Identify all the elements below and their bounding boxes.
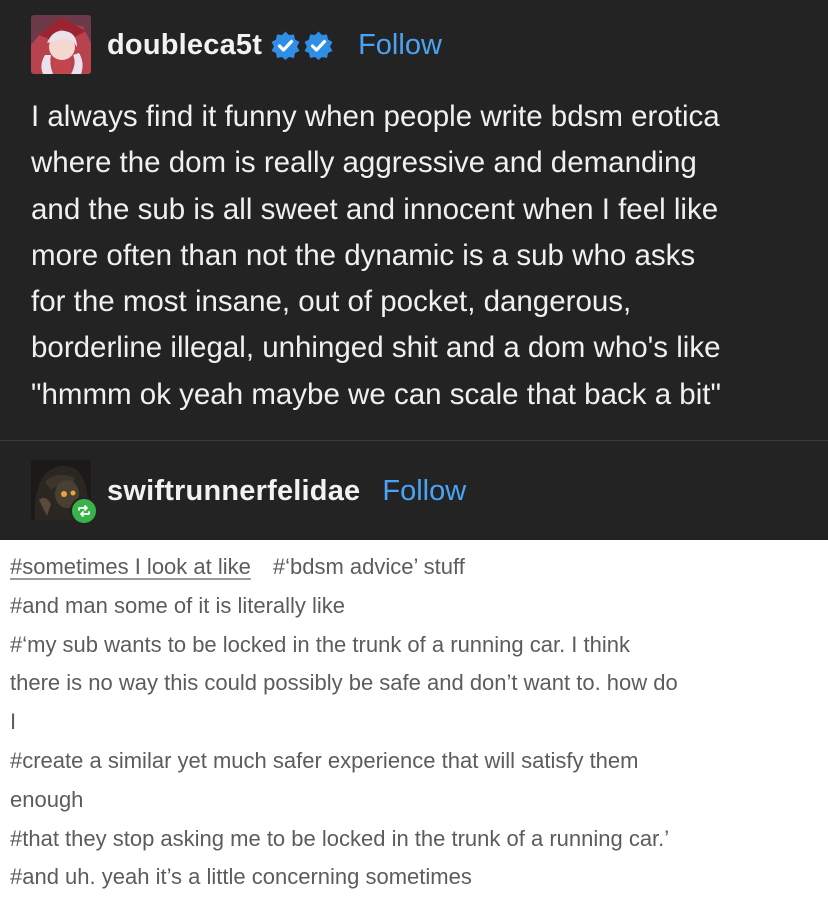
- verified-badge-icon: [303, 30, 334, 61]
- tag-line: #sometimes I look at like #‘bdsm advice’ …: [10, 548, 822, 587]
- tag[interactable]: #‘bdsm advice’ stuff: [273, 554, 465, 579]
- follow-button[interactable]: Follow: [358, 29, 442, 62]
- tag-continuation[interactable]: enough: [10, 781, 822, 820]
- tag[interactable]: #create a similar yet much safer experie…: [10, 742, 822, 781]
- post-header: doubleca5t Follow: [107, 24, 442, 66]
- tag[interactable]: #and man some of it is literally like: [10, 587, 822, 626]
- reblog-username[interactable]: swiftrunnerfelidae: [107, 475, 360, 508]
- avatar[interactable]: [31, 15, 91, 74]
- tag[interactable]: #that they stop asking me to be locked i…: [10, 820, 822, 859]
- reblog-icon: [70, 497, 98, 525]
- tag[interactable]: #‘my sub wants to be locked in the trunk…: [10, 626, 822, 665]
- username[interactable]: doubleca5t: [107, 29, 262, 62]
- post-text: I always find it funny when people write…: [31, 100, 721, 411]
- tag-continuation[interactable]: I: [10, 703, 822, 742]
- reblog-header: swiftrunnerfelidae Follow: [107, 470, 466, 512]
- divider: [0, 440, 828, 441]
- tag-continuation[interactable]: there is no way this could possibly be s…: [10, 664, 822, 703]
- tags: #sometimes I look at like #‘bdsm advice’ …: [10, 548, 822, 897]
- tag[interactable]: #sometimes I look at like: [10, 554, 251, 579]
- tag[interactable]: #and uh. yeah it’s a little concerning s…: [10, 858, 822, 897]
- reblog-follow-button[interactable]: Follow: [382, 475, 466, 508]
- verified-badge-icon: [270, 30, 301, 61]
